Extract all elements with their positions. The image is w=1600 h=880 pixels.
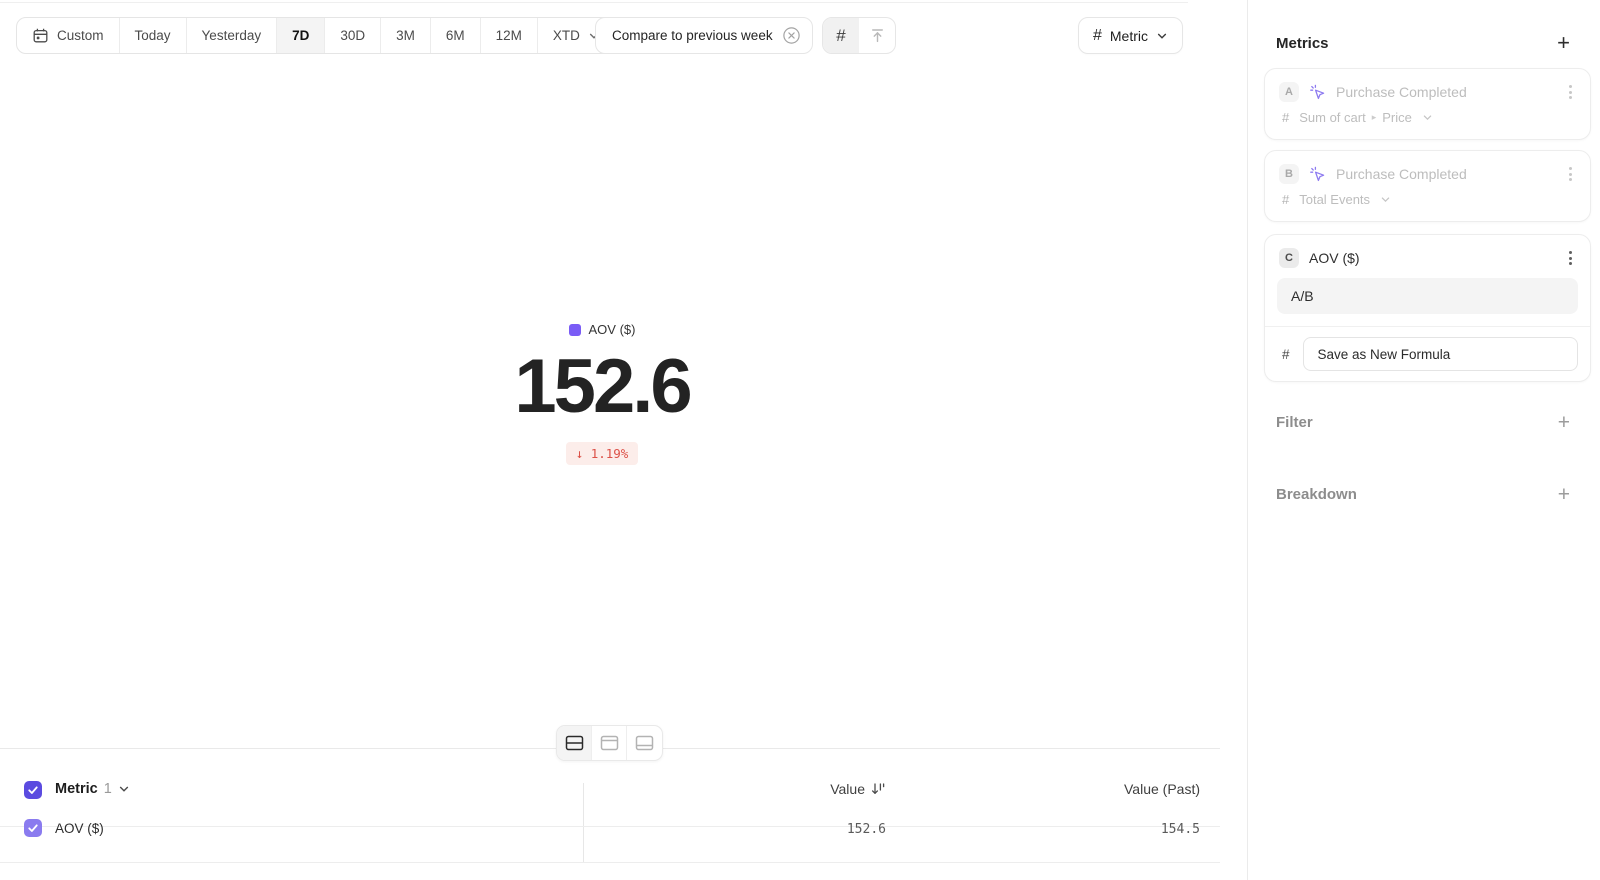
measure-label: Total Events: [1299, 192, 1370, 207]
table-row-metric-name: AOV ($): [55, 821, 104, 836]
big-number-chart: AOV ($) 152.6 ↓ 1.19%: [0, 322, 1204, 465]
table-only-view-button[interactable]: [627, 726, 662, 760]
legend-label: AOV ($): [589, 322, 636, 337]
metric-header-checkbox[interactable]: [24, 781, 42, 799]
add-breakdown-button[interactable]: +: [1558, 484, 1570, 505]
date-range-30d[interactable]: 30D: [325, 18, 381, 53]
formula-input[interactable]: A/B: [1277, 278, 1578, 314]
number-type-icon: #: [1282, 347, 1290, 362]
query-builder-sidebar: Metrics + A Purchase Completed # Sum of …: [1247, 0, 1600, 880]
number-type-icon: #: [1282, 192, 1289, 207]
date-range-custom[interactable]: Custom: [17, 18, 120, 53]
bottom-panel-icon: [635, 735, 654, 751]
check-icon: [27, 822, 39, 834]
layout-switcher: [556, 725, 663, 761]
measure-selector[interactable]: # Sum of cart ▸ Price: [1265, 102, 1590, 138]
date-range-6m[interactable]: 6M: [431, 18, 481, 53]
table-row-value: 152.6: [583, 822, 886, 837]
add-filter-button[interactable]: +: [1558, 412, 1570, 433]
measure-selector[interactable]: # Total Events: [1265, 184, 1590, 220]
sort-descending-icon[interactable]: [871, 782, 886, 796]
metric-card-title: AOV ($): [1309, 250, 1557, 266]
metric-big-number: 152.6: [0, 349, 1204, 425]
metric-badge-c: C: [1279, 248, 1299, 268]
filter-section-header: Filter +: [1276, 412, 1570, 433]
calendar-icon: [32, 27, 49, 44]
metric-label: Metric: [55, 781, 98, 797]
metric-badge-a: A: [1279, 82, 1299, 102]
hash-icon: #: [836, 26, 845, 46]
metrics-title: Metrics: [1276, 35, 1329, 52]
kebab-menu-icon[interactable]: [1567, 165, 1574, 183]
value-past-column-header[interactable]: Value (Past): [886, 781, 1200, 797]
metric-badge-b: B: [1279, 164, 1299, 184]
split-view-button[interactable]: [557, 726, 592, 760]
goal-view-toggle[interactable]: [859, 18, 895, 53]
breakdown-title: Breakdown: [1276, 486, 1357, 503]
number-type-icon: #: [1282, 110, 1289, 125]
metric-card-title: Purchase Completed: [1336, 166, 1557, 182]
value-column-header[interactable]: Value: [583, 781, 886, 797]
number-view-toggle[interactable]: #: [823, 18, 859, 53]
date-range-yesterday[interactable]: Yesterday: [187, 18, 278, 53]
date-range-label: Custom: [57, 28, 104, 43]
measure-label: Sum of cart: [1299, 110, 1365, 125]
date-range-today[interactable]: Today: [120, 18, 187, 53]
split-view-icon: [565, 735, 584, 751]
compare-chip-label: Compare to previous week: [612, 28, 773, 43]
date-range-7d[interactable]: 7D: [277, 18, 325, 53]
filter-title: Filter: [1276, 414, 1313, 431]
save-as-new-formula-button[interactable]: Save as New Formula: [1303, 337, 1578, 371]
caret-right-icon: ▸: [1372, 112, 1377, 123]
date-range-3m[interactable]: 3M: [381, 18, 431, 53]
compare-to-previous-week-chip[interactable]: Compare to previous week: [595, 17, 813, 54]
hash-icon: #: [1093, 27, 1102, 45]
metric-card-c-formula[interactable]: C AOV ($) A/B # Save as New Formula: [1264, 234, 1591, 382]
top-panel-icon: [600, 735, 619, 751]
metric-column-header[interactable]: Metric 1: [55, 781, 130, 797]
legend-swatch-purple: [569, 324, 581, 336]
event-cursor-click-icon: [1309, 84, 1326, 101]
metric-card-title: Purchase Completed: [1336, 84, 1557, 100]
date-range-12m[interactable]: 12M: [481, 18, 538, 53]
breakdown-section-header: Breakdown +: [1276, 484, 1570, 505]
chevron-down-icon: [1422, 112, 1433, 123]
metric-card-b[interactable]: B Purchase Completed # Total Events: [1264, 150, 1591, 222]
kebab-menu-icon[interactable]: [1567, 249, 1574, 267]
remove-comparison-icon[interactable]: [782, 26, 801, 45]
formula-value: A/B: [1291, 288, 1314, 304]
delta-percent-badge: ↓ 1.19%: [566, 442, 639, 465]
main-card-top-edge: [0, 2, 1188, 3]
metric-card-a[interactable]: A Purchase Completed # Sum of cart ▸ Pri…: [1264, 68, 1591, 140]
chart-only-view-button[interactable]: [592, 726, 627, 760]
metric-button-label: Metric: [1110, 28, 1148, 44]
add-metric-button[interactable]: +: [1557, 32, 1570, 54]
date-range-segmented-control: Custom Today Yesterday 7D 30D 3M 6M 12M …: [16, 17, 616, 54]
table-row-value-past: 154.5: [886, 822, 1200, 837]
chevron-down-icon: [1156, 30, 1168, 42]
goal-arrow-up-icon: [868, 26, 887, 45]
table-row-divider: [0, 862, 1220, 863]
chevron-down-icon: [1380, 194, 1391, 205]
value-goal-toggle: #: [822, 17, 896, 54]
metrics-section-header: Metrics +: [1276, 32, 1570, 54]
aov-row-checkbox[interactable]: [24, 819, 42, 837]
check-icon: [27, 784, 39, 796]
measure-property: Price: [1382, 110, 1412, 125]
kebab-menu-icon[interactable]: [1567, 83, 1574, 101]
metric-dropdown-button[interactable]: # Metric: [1078, 17, 1183, 54]
chart-legend: AOV ($): [0, 322, 1204, 337]
metric-count: 1: [104, 781, 112, 797]
event-cursor-click-icon: [1309, 166, 1326, 183]
chevron-down-icon: [118, 783, 130, 795]
